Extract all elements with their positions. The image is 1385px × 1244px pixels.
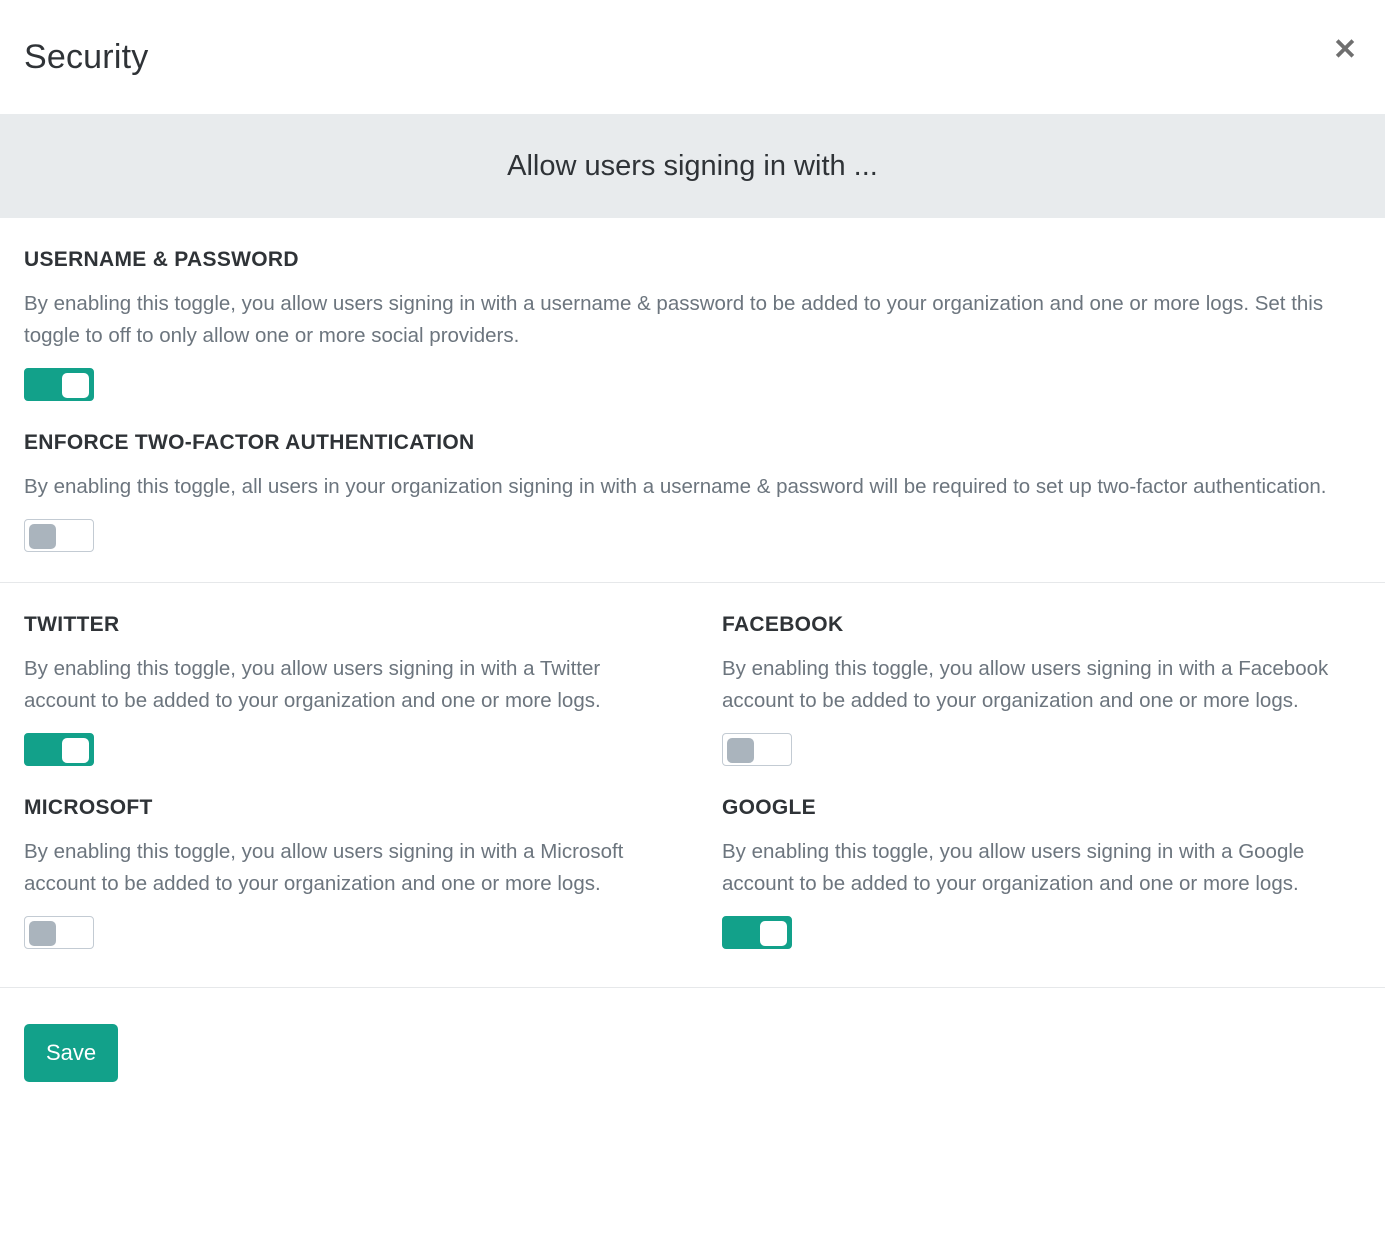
social-row-2: MICROSOFT By enabling this toggle, you a…	[24, 766, 1361, 949]
modal-body: USERNAME & PASSWORD By enabling this tog…	[0, 218, 1385, 582]
toggle-username-password[interactable]	[24, 367, 94, 401]
setting-label: ENFORCE TWO-FACTOR AUTHENTICATION	[24, 430, 475, 454]
setting-label: USERNAME & PASSWORD	[24, 248, 299, 271]
toggle-knob	[62, 737, 89, 763]
toggle-knob	[29, 920, 56, 946]
save-button[interactable]: Save	[24, 1023, 119, 1082]
toggle-knob	[62, 372, 89, 398]
setting-label: MICROSOFT	[24, 795, 153, 819]
setting-description: By enabling this toggle, you allow users…	[24, 656, 601, 712]
modal-footer: Save	[0, 988, 1385, 1082]
social-providers-section: TWITTER By enabling this toggle, you all…	[0, 583, 1385, 987]
page-title: Security	[24, 38, 149, 76]
setting-label: GOOGLE	[722, 795, 816, 819]
social-cell-microsoft: MICROSOFT By enabling this toggle, you a…	[24, 766, 722, 949]
setting-description: By enabling this toggle, you allow users…	[24, 839, 624, 895]
social-cell-twitter: TWITTER By enabling this toggle, you all…	[24, 583, 722, 766]
toggle-knob	[29, 523, 56, 549]
setting-description: By enabling this toggle, you allow users…	[24, 292, 1324, 347]
social-row-1: TWITTER By enabling this toggle, you all…	[24, 583, 1361, 766]
section-banner-label: Allow users signing in with ...	[507, 149, 878, 182]
toggle-microsoft[interactable]	[24, 915, 94, 949]
toggle-knob	[727, 737, 754, 763]
toggle-two-factor[interactable]	[24, 518, 94, 552]
section-banner: Allow users signing in with ...	[0, 114, 1385, 218]
toggle-google[interactable]	[722, 915, 792, 949]
setting-description: By enabling this toggle, you allow users…	[722, 839, 1305, 895]
toggle-knob	[760, 920, 787, 946]
social-cell-google: GOOGLE By enabling this toggle, you allo…	[722, 766, 1385, 949]
social-cell-facebook: FACEBOOK By enabling this toggle, you al…	[722, 583, 1385, 766]
setting-description: By enabling this toggle, all users in yo…	[24, 474, 1327, 498]
close-icon[interactable]: ✕	[1325, 30, 1365, 70]
modal-header: Security ✕	[0, 0, 1385, 114]
setting-label: FACEBOOK	[722, 612, 844, 636]
setting-label: TWITTER	[24, 612, 120, 636]
setting-description: By enabling this toggle, you allow users…	[722, 656, 1329, 712]
setting-username-password: USERNAME & PASSWORD By enabling this tog…	[24, 218, 1361, 401]
toggle-facebook[interactable]	[722, 732, 792, 766]
setting-two-factor: ENFORCE TWO-FACTOR AUTHENTICATION By ena…	[24, 431, 1361, 552]
toggle-twitter[interactable]	[24, 732, 94, 766]
